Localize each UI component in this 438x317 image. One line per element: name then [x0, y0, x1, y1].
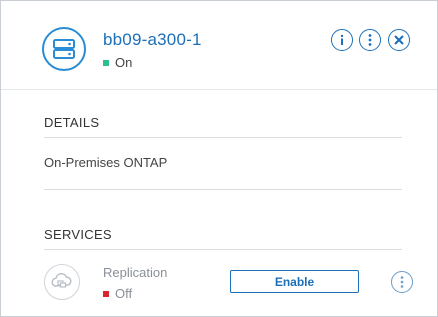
environment-type: On-Premises ONTAP: [44, 155, 168, 170]
info-icon: [340, 34, 344, 45]
storage-server-icon: [42, 27, 86, 71]
more-vertical-icon: [368, 34, 372, 46]
services-divider: [44, 249, 402, 250]
services-heading: SERVICES: [44, 227, 112, 242]
cloud-replication-icon: [44, 264, 80, 300]
status-label: On: [115, 55, 133, 70]
close-button[interactable]: [388, 29, 410, 51]
details-divider: [44, 137, 402, 138]
close-icon: [394, 35, 404, 45]
service-status: Off: [103, 286, 132, 301]
service-status-label: Off: [115, 286, 133, 301]
working-environment-panel: bb09-a300-1 On DETAILS On-Premises ONTAP…: [0, 0, 438, 317]
service-more-button[interactable]: [391, 271, 413, 293]
details-heading: DETAILS: [44, 115, 100, 130]
enable-button[interactable]: Enable: [230, 270, 359, 293]
info-button[interactable]: [331, 29, 353, 51]
status-off-indicator: [103, 290, 109, 297]
service-name: Replication: [103, 265, 168, 280]
status-on-indicator: [103, 59, 109, 66]
environment-name: bb09-a300-1: [103, 30, 202, 49]
more-vertical-icon: [400, 276, 404, 288]
environment-status: On: [103, 55, 132, 70]
more-actions-button[interactable]: [359, 29, 381, 51]
details-bottom-divider: [44, 189, 402, 190]
panel-header: bb09-a300-1 On: [1, 1, 437, 90]
